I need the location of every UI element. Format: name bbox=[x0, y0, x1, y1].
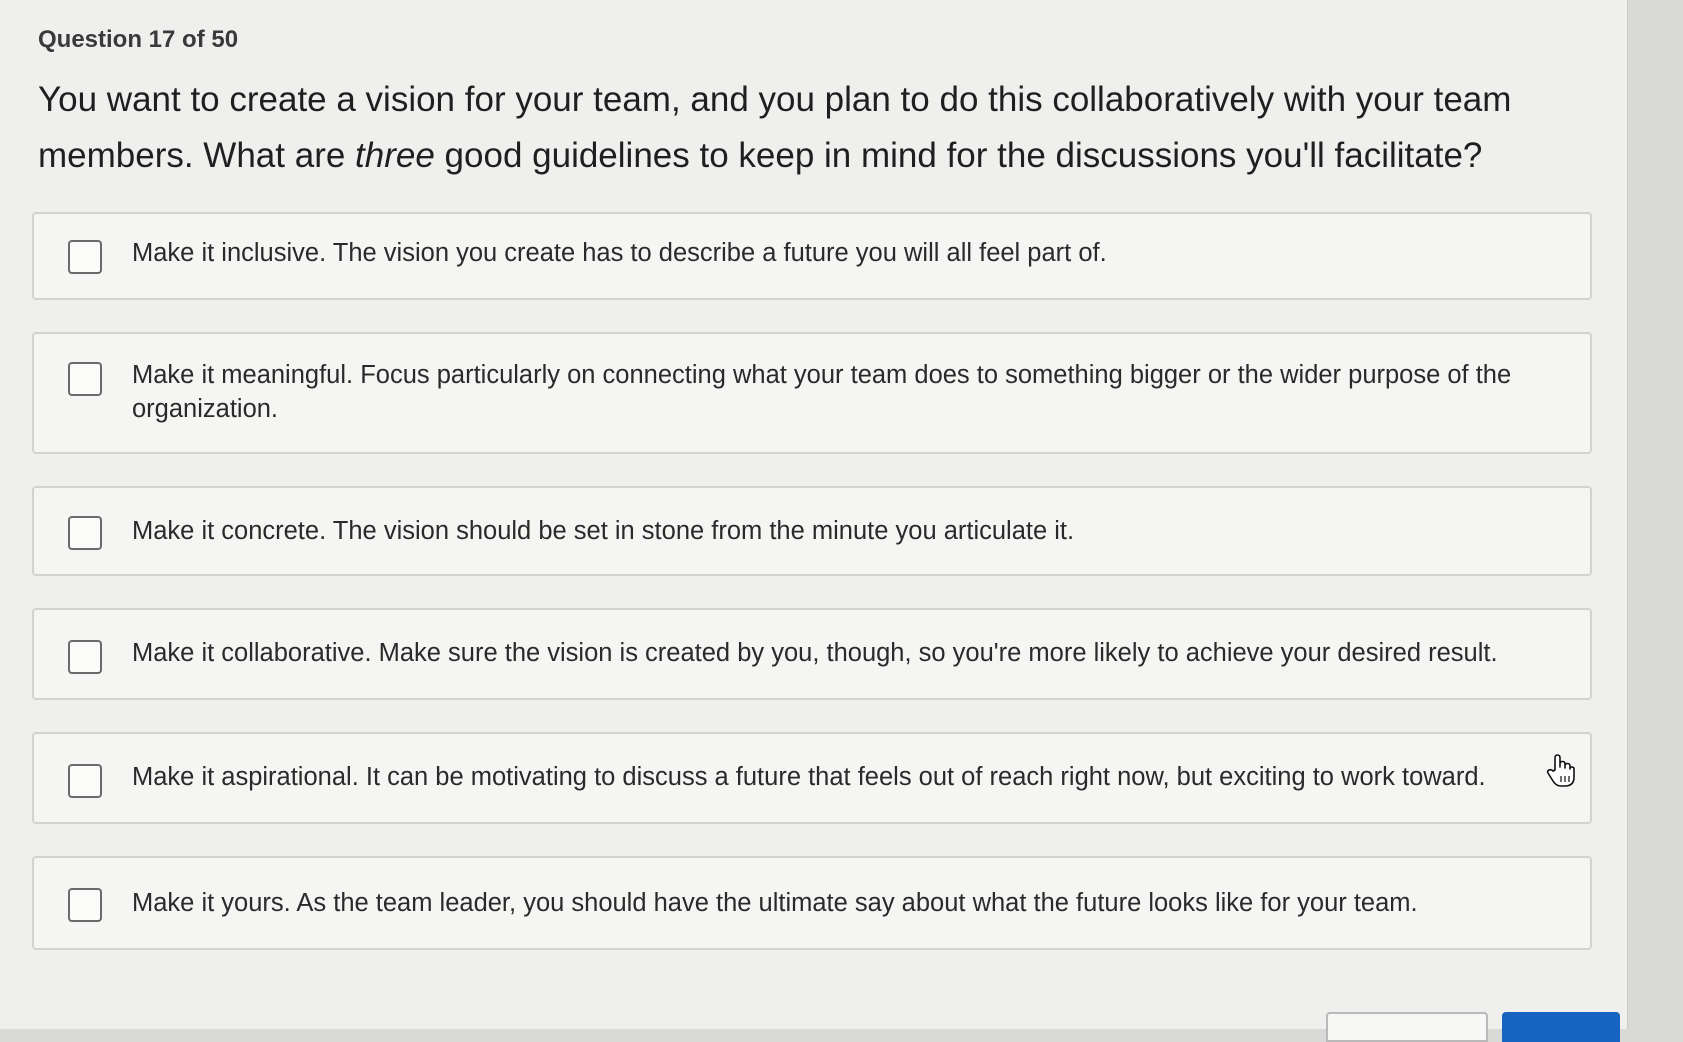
question-counter: Question 17 of 50 bbox=[38, 26, 239, 53]
answer-option-5[interactable]: Make it aspirational. It can be motivati… bbox=[32, 732, 1592, 824]
question-text: You want to create a vision for your tea… bbox=[38, 72, 1578, 184]
answer-option-1[interactable]: Make it inclusive. The vision you create… bbox=[32, 212, 1592, 300]
primary-button[interactable] bbox=[1502, 1012, 1620, 1042]
quiz-page: Question 17 of 50 You want to create a v… bbox=[0, 0, 1628, 1042]
checkbox-icon[interactable] bbox=[68, 888, 102, 922]
answer-option-2[interactable]: Make it meaningful. Focus particularly o… bbox=[32, 332, 1592, 454]
answer-option-label: Make it meaningful. Focus particularly o… bbox=[132, 361, 1512, 423]
checkbox-icon[interactable] bbox=[68, 240, 102, 274]
secondary-button[interactable] bbox=[1326, 1012, 1488, 1042]
answer-option-label: Make it collaborative. Make sure the vis… bbox=[132, 639, 1498, 667]
answer-option-4[interactable]: Make it collaborative. Make sure the vis… bbox=[32, 608, 1592, 700]
checkbox-icon[interactable] bbox=[68, 516, 102, 550]
checkbox-icon[interactable] bbox=[68, 362, 102, 396]
answer-option-label: Make it yours. As the team leader, you s… bbox=[132, 889, 1418, 917]
checkbox-icon[interactable] bbox=[68, 764, 102, 798]
answer-option-label: Make it inclusive. The vision you create… bbox=[132, 239, 1107, 267]
hand-pointer-icon bbox=[1546, 754, 1575, 787]
answer-option-label: Make it concrete. The vision should be s… bbox=[132, 517, 1075, 545]
question-text-part2: good guidelines to keep in mind for the … bbox=[434, 136, 1483, 175]
checkbox-icon[interactable] bbox=[68, 640, 102, 674]
answer-option-label: Make it aspirational. It can be motivati… bbox=[132, 763, 1486, 791]
question-text-emphasis: three bbox=[355, 136, 435, 175]
answer-option-3[interactable]: Make it concrete. The vision should be s… bbox=[32, 486, 1592, 576]
answer-option-6[interactable]: Make it yours. As the team leader, you s… bbox=[32, 856, 1592, 950]
